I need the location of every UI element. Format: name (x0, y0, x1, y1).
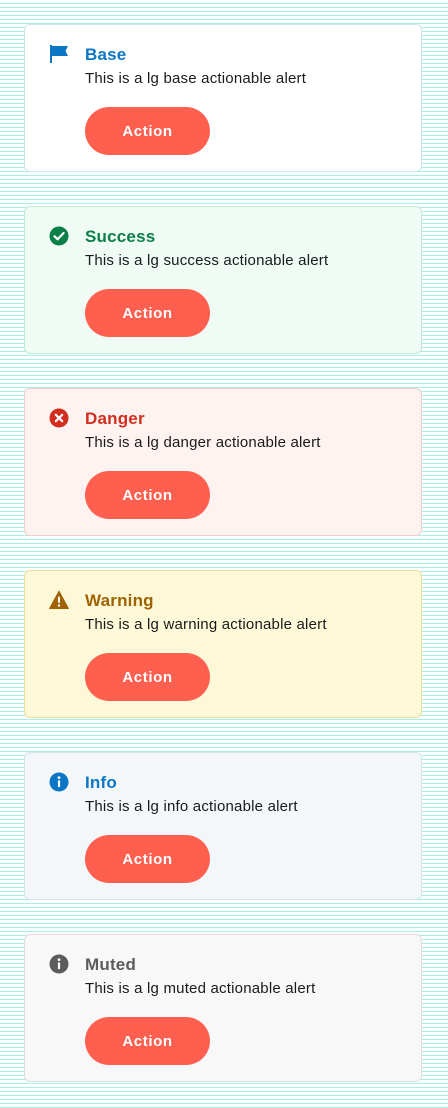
muted-info-circle-icon (49, 954, 69, 974)
alert-message: This is a lg success actionable alert (85, 252, 329, 269)
alert-title: Info (85, 773, 117, 792)
alert-base: Base This is a lg base actionable alert … (24, 24, 422, 172)
alert-message: This is a lg info actionable alert (85, 798, 298, 815)
alert-message: This is a lg base actionable alert (85, 70, 307, 87)
alert-warning: Warning This is a lg warning actionable … (24, 570, 422, 718)
flag-icon (49, 44, 69, 64)
info-circle-icon (49, 772, 69, 792)
alert-title: Warning (85, 591, 154, 610)
action-button[interactable]: Action (85, 107, 210, 155)
alert-message: This is a lg warning actionable alert (85, 616, 327, 633)
alert-message: This is a lg danger actionable alert (85, 434, 321, 451)
alert-title: Muted (85, 955, 137, 974)
error-circle-icon (49, 408, 69, 428)
action-button[interactable]: Action (85, 471, 210, 519)
alert-info: Info This is a lg info actionable alert … (24, 752, 422, 900)
alert-success: Success This is a lg success actionable … (24, 206, 422, 354)
alert-title: Base (85, 45, 127, 64)
action-button[interactable]: Action (85, 835, 210, 883)
alert-danger: Danger This is a lg danger actionable al… (24, 388, 422, 536)
action-button[interactable]: Action (85, 653, 210, 701)
action-button[interactable]: Action (85, 289, 210, 337)
warning-triangle-icon (49, 590, 69, 610)
alert-title: Success (85, 227, 156, 246)
action-button[interactable]: Action (85, 1017, 210, 1065)
alert-title: Danger (85, 409, 145, 428)
alert-stack: Base This is a lg base actionable alert … (0, 0, 448, 1108)
check-circle-icon (49, 226, 69, 246)
alert-muted: Muted This is a lg muted actionable aler… (24, 934, 422, 1082)
alert-message: This is a lg muted actionable alert (85, 980, 316, 997)
